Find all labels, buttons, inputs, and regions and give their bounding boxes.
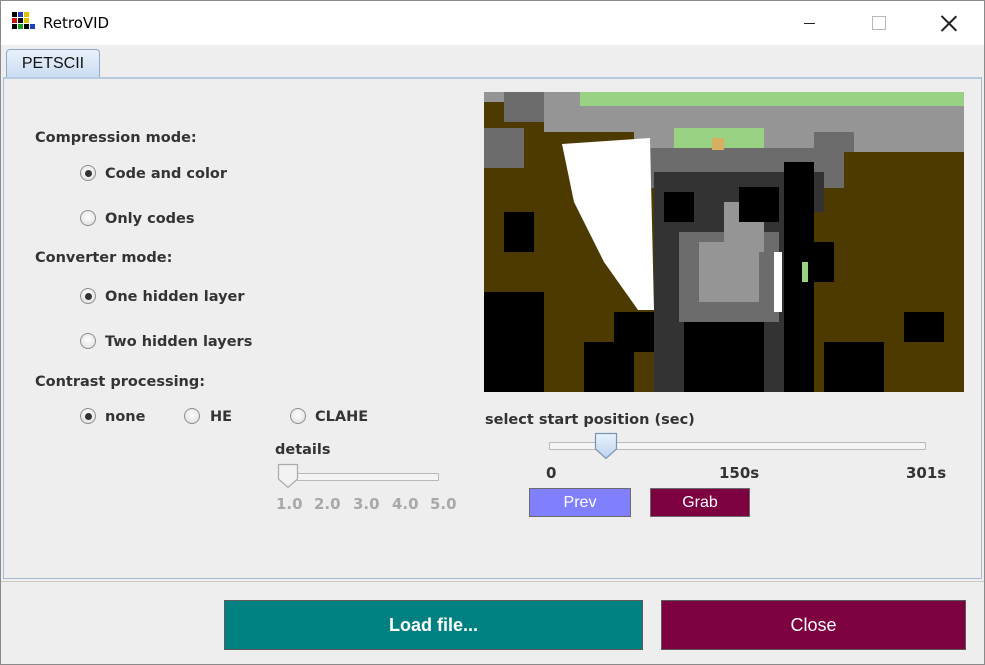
start-position-slider-thumb[interactable]	[594, 432, 618, 460]
start-position-label: select start position (sec)	[485, 412, 695, 428]
window-title: RetroVID	[43, 14, 110, 32]
contrast-processing-heading: Contrast processing:	[35, 374, 206, 390]
petscii-preview-image	[484, 92, 964, 392]
radio-one-hidden-layer-label[interactable]: One hidden layer	[105, 289, 245, 305]
maximize-icon	[872, 16, 886, 30]
close-button[interactable]: Close	[661, 600, 966, 650]
position-tick: 0	[546, 464, 557, 482]
radio-contrast-none-label[interactable]: none	[105, 409, 145, 425]
window-close-button[interactable]	[926, 1, 972, 45]
converter-mode-heading: Converter mode:	[35, 250, 173, 266]
maximize-button[interactable]	[856, 1, 902, 45]
app-window: RetroVID PETSCII Compression mode: Code …	[0, 0, 985, 665]
radio-one-hidden-layer[interactable]	[80, 288, 96, 304]
radio-only-codes-label[interactable]: Only codes	[105, 211, 195, 227]
title-bar: RetroVID	[1, 1, 984, 45]
details-tick: 5.0	[430, 495, 457, 513]
radio-contrast-he-label[interactable]: HE	[210, 409, 232, 425]
radio-two-hidden-layers-label[interactable]: Two hidden layers	[105, 334, 252, 350]
compression-mode-heading: Compression mode:	[35, 130, 197, 146]
radio-two-hidden-layers[interactable]	[80, 333, 96, 349]
close-icon	[941, 15, 957, 31]
details-tick: 1.0	[276, 495, 303, 513]
radio-contrast-he[interactable]	[184, 408, 200, 424]
radio-contrast-none[interactable]	[80, 408, 96, 424]
tab-petscii[interactable]: PETSCII	[6, 49, 100, 78]
minimize-icon	[803, 22, 815, 24]
prev-button[interactable]: Prev	[529, 488, 631, 517]
details-tick: 3.0	[353, 495, 380, 513]
position-tick: 301s	[906, 464, 947, 482]
grab-button[interactable]: Grab	[650, 488, 750, 517]
retrovid-logo-icon	[12, 12, 36, 34]
radio-contrast-clahe-label[interactable]: CLAHE	[315, 409, 368, 425]
position-tick: 150s	[719, 464, 760, 482]
details-slider-thumb[interactable]	[277, 463, 299, 489]
radio-only-codes[interactable]	[80, 210, 96, 226]
details-slider-track[interactable]	[279, 473, 439, 481]
details-label: details	[275, 442, 331, 458]
petscii-frame-graphic	[484, 92, 964, 392]
load-file-button[interactable]: Load file...	[224, 600, 643, 650]
minimize-button[interactable]	[786, 1, 832, 45]
radio-code-and-color-label[interactable]: Code and color	[105, 166, 227, 182]
radio-code-and-color[interactable]	[80, 165, 96, 181]
tab-strip: PETSCII	[1, 45, 984, 78]
details-tick: 4.0	[392, 495, 419, 513]
radio-contrast-clahe[interactable]	[290, 408, 306, 424]
details-tick: 2.0	[314, 495, 341, 513]
